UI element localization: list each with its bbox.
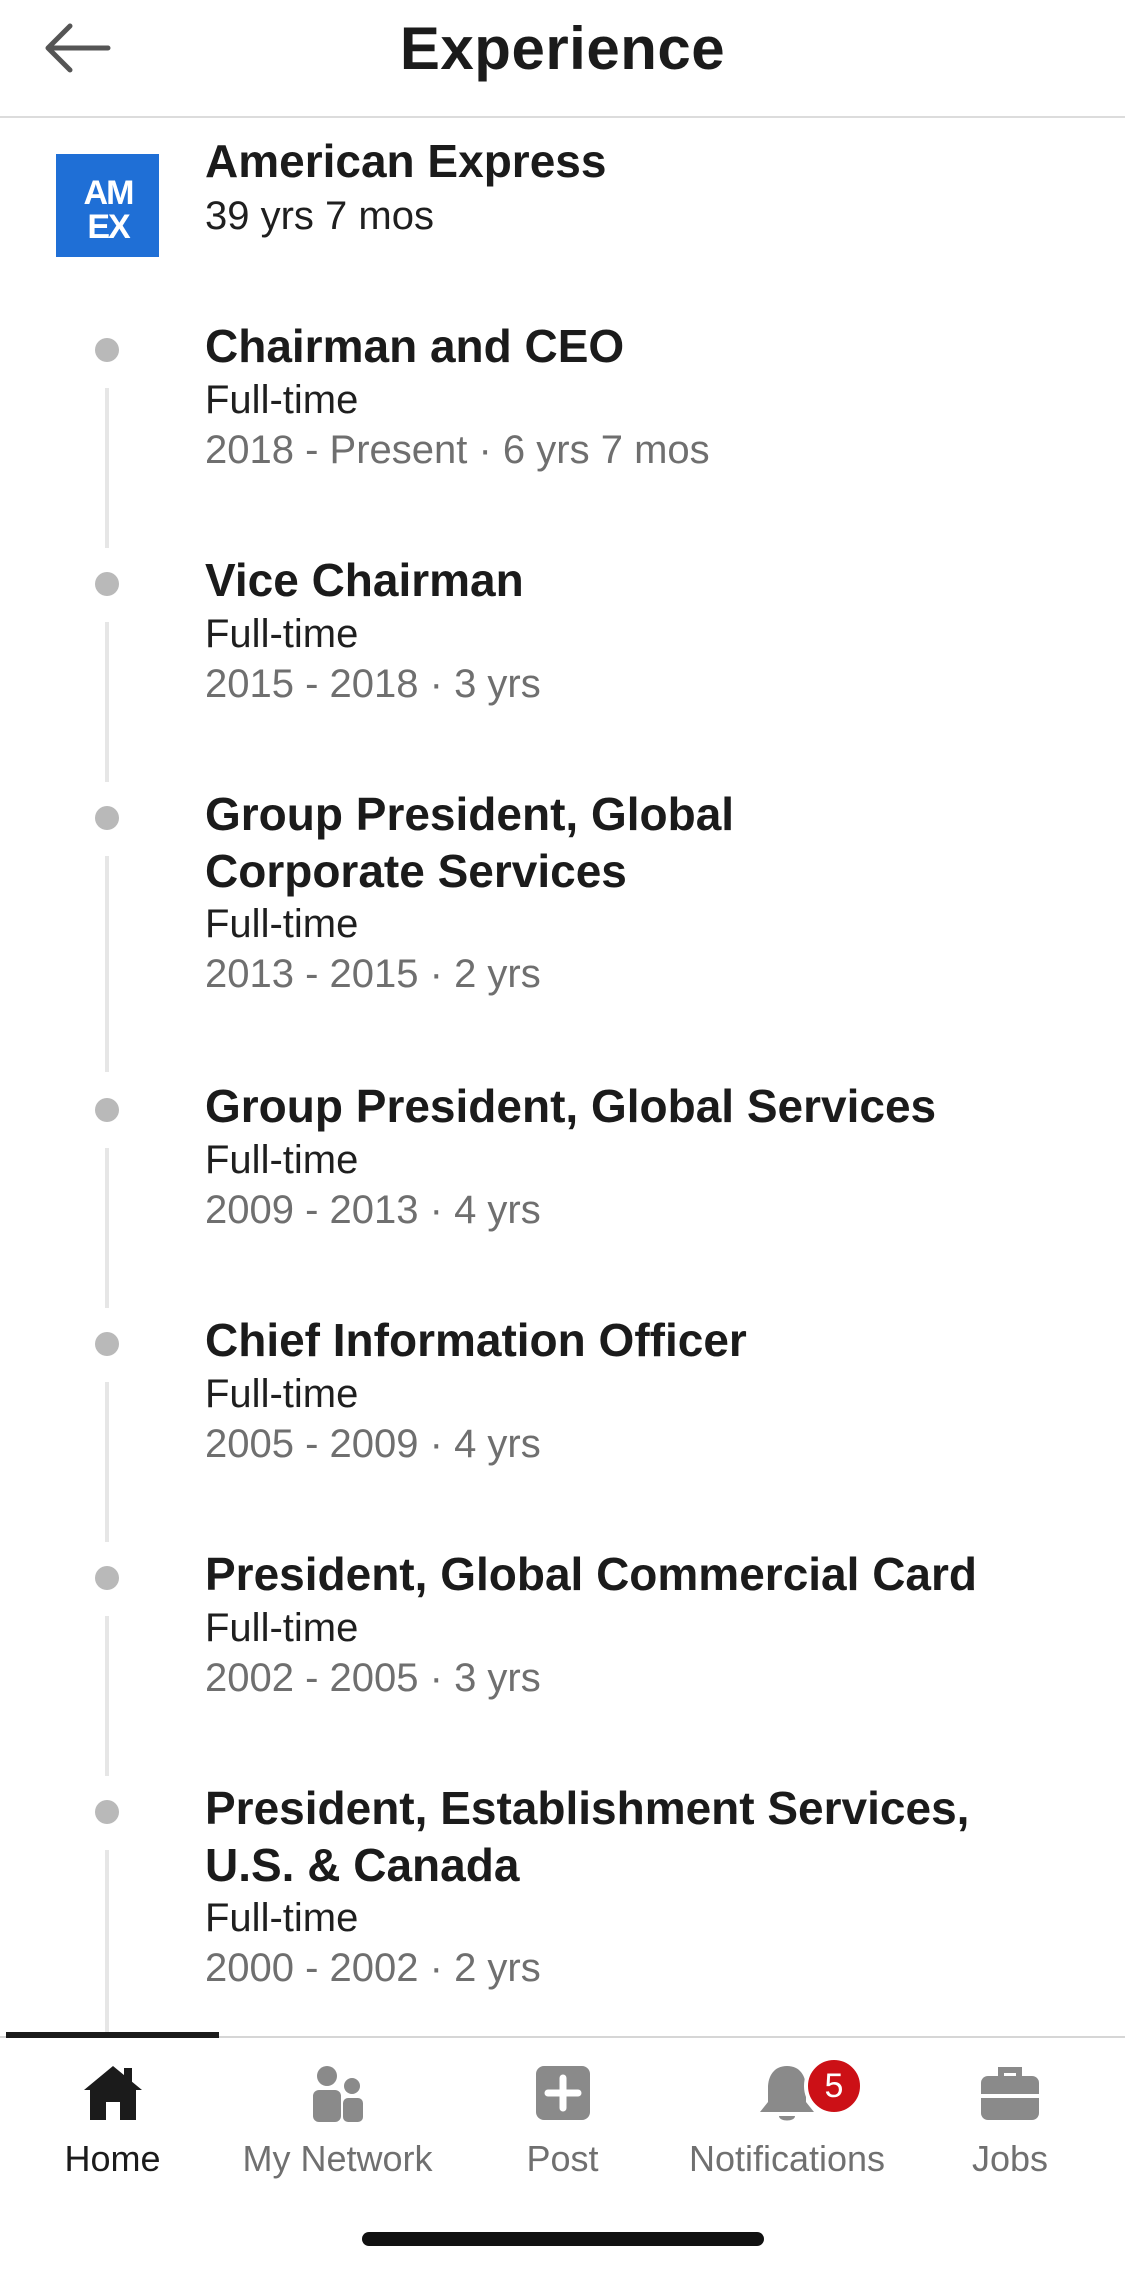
timeline-dot (95, 338, 119, 362)
role-title: President, Establishment Services, U.S. … (205, 1782, 970, 1891)
tab-label: Post (526, 2138, 599, 2179)
tab-post[interactable]: Post (475, 2046, 650, 2196)
amex-logo-icon: AM EX (83, 174, 135, 246)
role-employment-type: Full-time (205, 1606, 359, 1650)
tab-home[interactable]: Home (6, 2046, 219, 2196)
timeline-line (105, 1382, 109, 1542)
timeline-dot (95, 1098, 119, 1122)
timeline-line (105, 622, 109, 782)
role-dates: 2015 - 2018 · 3 yrs (205, 662, 541, 706)
role-title: Group President, Global Corporate Servic… (205, 788, 735, 897)
role-dates: 2013 - 2015 · 2 yrs (205, 952, 541, 996)
svg-text:AM: AM (83, 174, 133, 212)
briefcase-icon (981, 2067, 1039, 2120)
tab-label: Jobs (971, 2138, 1049, 2179)
home-indicator[interactable] (362, 2232, 764, 2246)
role-title: Chief Information Officer (205, 1314, 747, 1366)
timeline-dot (95, 572, 119, 596)
role-employment-type: Full-time (205, 902, 359, 946)
post-icon (535, 2066, 590, 2120)
tab-notifications[interactable]: Notifications 5 (672, 2046, 902, 2196)
role-employment-type: Full-time (205, 1138, 359, 1182)
tab-label: Home (64, 2138, 161, 2179)
role-dates: 2018 - Present · 6 yrs 7 mos (205, 428, 710, 472)
active-tab-indicator (6, 2032, 219, 2038)
page-title: Experience (399, 15, 726, 82)
timeline-line (105, 856, 109, 1072)
tab-label: Notifications (688, 2138, 886, 2179)
role-dates: 2002 - 2005 · 3 yrs (205, 1656, 541, 1700)
notification-count-badge: 5 (804, 2056, 864, 2116)
company-tenure: 39 yrs 7 mos (205, 194, 434, 238)
tab-label: My Network (242, 2138, 433, 2179)
timeline-dot (95, 1566, 119, 1590)
timeline-dot (95, 806, 119, 830)
role-title: Vice Chairman (205, 554, 524, 606)
network-icon (312, 2066, 363, 2122)
company-name: American Express (205, 135, 607, 187)
timeline-dot (95, 1800, 119, 1824)
role-dates: 2005 - 2009 · 4 yrs (205, 1422, 541, 1466)
top-bar: Experience (0, 0, 1125, 118)
role-dates: 2000 - 2002 · 2 yrs (205, 1946, 541, 1990)
home-icon (83, 2066, 142, 2120)
role-employment-type: Full-time (205, 1896, 359, 1940)
american-express-logo: AM EX (56, 154, 159, 257)
role-dates: 2009 - 2013 · 4 yrs (205, 1188, 541, 1232)
role-employment-type: Full-time (205, 1372, 359, 1416)
timeline-line (105, 388, 109, 548)
svg-text:EX: EX (87, 208, 131, 246)
tab-jobs[interactable]: Jobs (935, 2046, 1085, 2196)
tab-my-network[interactable]: My Network (225, 2046, 450, 2196)
timeline-line (105, 1850, 109, 2036)
role-employment-type: Full-time (205, 612, 359, 656)
timeline-line (105, 1616, 109, 1776)
timeline-line (105, 1148, 109, 1308)
role-title: Group President, Global Services (205, 1080, 937, 1132)
role-title: President, Global Commercial Card (205, 1548, 978, 1600)
role-employment-type: Full-time (205, 378, 359, 422)
timeline-dot (95, 1332, 119, 1356)
role-title: Chairman and CEO (205, 320, 625, 372)
